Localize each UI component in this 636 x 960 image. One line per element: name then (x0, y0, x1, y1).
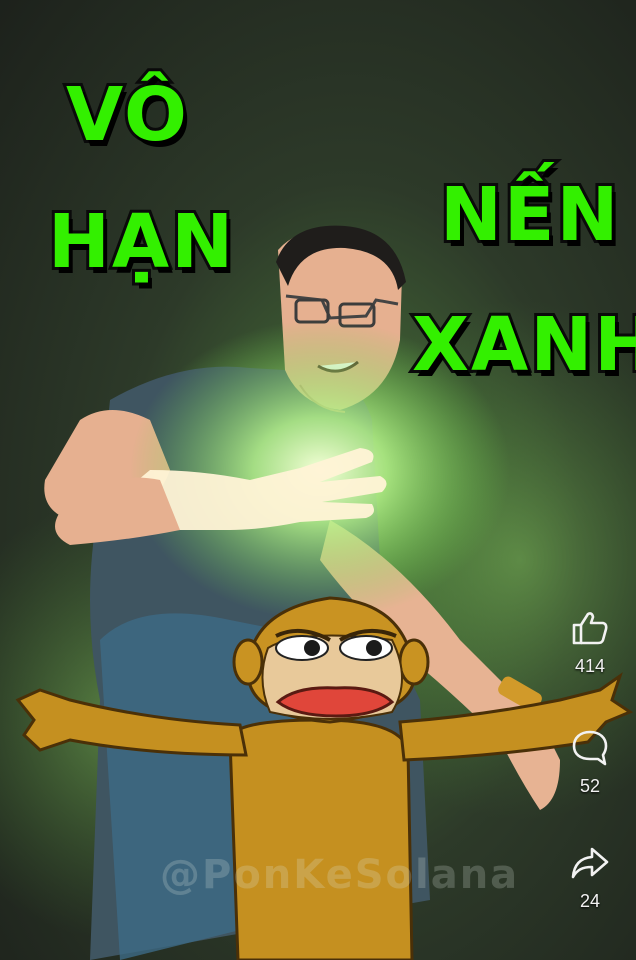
share-button[interactable]: 24 (558, 843, 622, 912)
share-count: 24 (579, 891, 601, 911)
share-arrow-icon (571, 847, 609, 879)
video-player[interactable]: VÔ HẠN NẾN XANH @PonKeSolana 414 52 24 (0, 0, 636, 960)
creator-watermark: @PonKeSolana (160, 852, 520, 898)
caption-line-3: NẾN (437, 172, 621, 258)
comment-bubble-icon (572, 730, 608, 766)
thumbs-up-icon (572, 612, 608, 645)
comment-count: 52 (579, 776, 601, 796)
caption-line-4: XANH (409, 302, 636, 388)
caption-line-1: VÔ (63, 72, 190, 158)
caption-line-2: HẠN (45, 199, 236, 285)
like-count: 414 (574, 656, 606, 676)
comment-button[interactable]: 52 (558, 728, 622, 797)
like-button[interactable]: 414 (558, 608, 622, 677)
